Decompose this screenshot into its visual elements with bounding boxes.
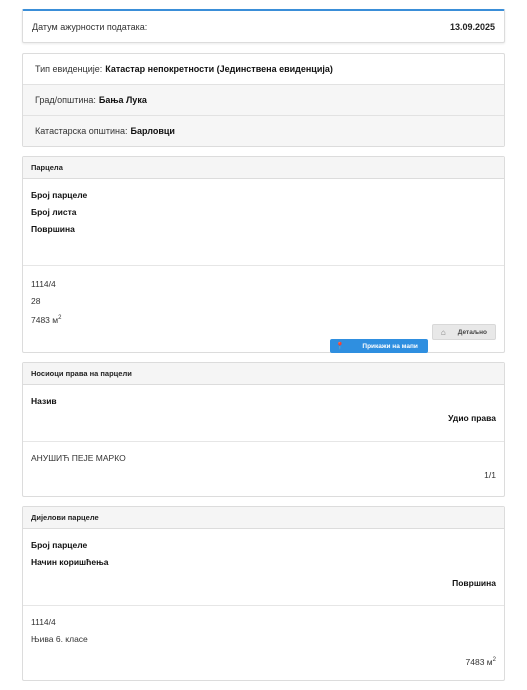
show-on-map-label: Прикажи на мапи [362,342,418,350]
update-date-panel: Датум ажурности података: 13.09.2025 [22,9,505,43]
rights-holders-section: Носиоци права на парцели Назив Удио прав… [22,362,505,497]
rights-holders-title: Носиоци права на парцели [23,363,504,385]
cadastral-municipality-value: Барловци [130,126,175,136]
parcel-parts-values: 1114/4 Њива 6. класе 7483 м2 [23,606,504,680]
sheet-number-value: 28 [31,296,41,306]
parcel-number-value: 1114/4 [31,279,56,289]
share-header: Удио права [448,413,496,423]
show-on-map-button[interactable]: 📍 Прикажи на мапи [329,339,428,353]
sheet-number-header: Број листа [31,207,77,217]
part-area-value: 7483 м2 [31,652,496,671]
city-label: Град/општина: [35,95,96,105]
cadastral-municipality-row: Катастарска општина: Барловци [23,116,504,146]
evidence-type-value: Катастар непокретности (Јединствена евид… [105,64,333,74]
holder-share: 1/1 [484,470,496,480]
parcel-section-title: Парцела [23,157,504,179]
evidence-type-label: Тип евиденције: [35,64,103,74]
details-label: Детаљно [457,328,487,336]
parcel-parts-section: Дијелови парцеле Број парцеле Начин кори… [22,506,505,681]
part-area-superscript: 2 [492,657,496,663]
area-unit-superscript: 2 [58,315,62,321]
parcel-parts-headers: Број парцеле Начин коришћења Површина [23,529,504,606]
rights-holders-values: АНУШИЋ ПЕЈЕ МАРКО 1/1 [23,442,504,496]
area-value-text: 7483 м [31,314,59,325]
city-row: Град/општина: Бања Лука [23,85,504,116]
parcel-actions: 📍 Прикажи на мапи ⌂ Детаљно [329,324,496,353]
part-area-text: 7483 м [465,656,493,667]
update-date-value: 13.09.2025 [449,21,495,32]
parcel-number-header: Број парцеле [31,190,88,200]
home-icon: ⌂ [440,327,446,337]
part-number-header: Број парцеле [31,540,88,550]
parcel-headers: Број парцеле Број листа Површина [23,179,504,266]
cadastral-municipality-label: Катастарска општина: [35,126,128,136]
details-button[interactable]: ⌂ Детаљно [431,324,496,340]
part-area-header: Површина [452,578,496,588]
evidence-type-row: Тип евиденције: Катастар непокретности (… [23,54,504,85]
parcel-section: Парцела Број парцеле Број листа Површина… [22,156,505,353]
land-use-header: Начин коришћења [31,557,109,567]
land-use-value: Њива 6. класе [31,634,88,644]
area-header: Површина [31,224,75,234]
update-date-label: Датум ажурности података: [32,21,148,32]
name-header: Назив [31,396,57,406]
city-value: Бања Лука [98,95,147,105]
holder-name: АНУШИЋ ПЕЈЕ МАРКО [31,453,126,463]
parcel-parts-title: Дијелови парцеле [23,507,504,529]
info-group: Тип евиденције: Катастар непокретности (… [22,53,505,147]
page-content: Датум ажурности података: 13.09.2025 Тип… [22,9,505,681]
part-number-value: 1114/4 [31,617,56,627]
map-pin-icon: 📍 [335,343,345,350]
rights-holders-headers: Назив Удио права [23,385,504,442]
